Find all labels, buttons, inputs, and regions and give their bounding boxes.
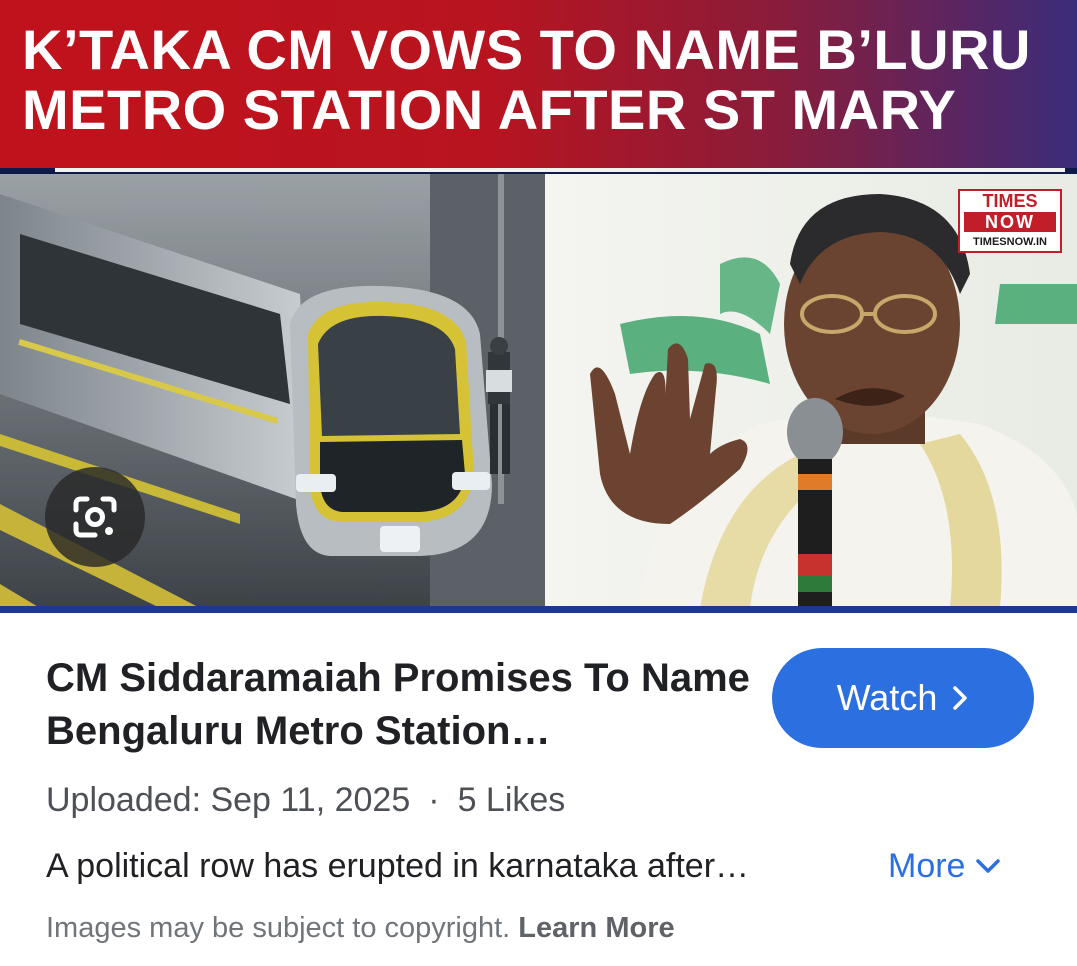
copyright-text: Images may be subject to copyright. (46, 912, 511, 944)
learn-more-link[interactable]: Learn More (518, 912, 674, 944)
times-now-logo: TIMES NOW TIMESNOW.IN (958, 189, 1062, 253)
logo-line-times: TIMES (982, 191, 1038, 211)
copyright-notice: Images may be subject to copyright. Lear… (46, 910, 675, 946)
result-title[interactable]: CM Siddaramaiah Promises To Name Bengalu… (46, 652, 766, 758)
likes-count: 5 Likes (457, 781, 566, 819)
video-thumbnail[interactable]: K’TAKA CM VOWS TO NAME B’LURU METRO STAT… (0, 0, 1077, 613)
meta-separator: · (428, 781, 440, 819)
watch-button-label: Watch (836, 677, 938, 718)
google-lens-camera-icon (73, 496, 117, 538)
logo-line-now: NOW (964, 212, 1056, 232)
headline-divider (55, 168, 1065, 172)
chevron-down-icon (976, 859, 1001, 873)
watch-button[interactable]: Watch (772, 648, 1034, 748)
logo-line-url: TIMESNOW.IN (973, 236, 1047, 248)
more-button[interactable]: More (888, 844, 1001, 888)
google-lens-button[interactable] (45, 467, 145, 567)
chevron-right-icon (953, 686, 968, 710)
result-description: A political row has erupted in karnataka… (46, 847, 750, 885)
more-button-label: More (888, 847, 966, 885)
upload-date: Uploaded: Sep 11, 2025 (46, 781, 411, 819)
thumbnail-photo (0, 174, 1077, 608)
thumbnail-bottom-border (0, 606, 1077, 613)
result-meta: Uploaded: Sep 11, 2025 · 5 Likes (46, 778, 565, 822)
thumbnail-headline: K’TAKA CM VOWS TO NAME B’LURU METRO STAT… (22, 18, 1031, 141)
